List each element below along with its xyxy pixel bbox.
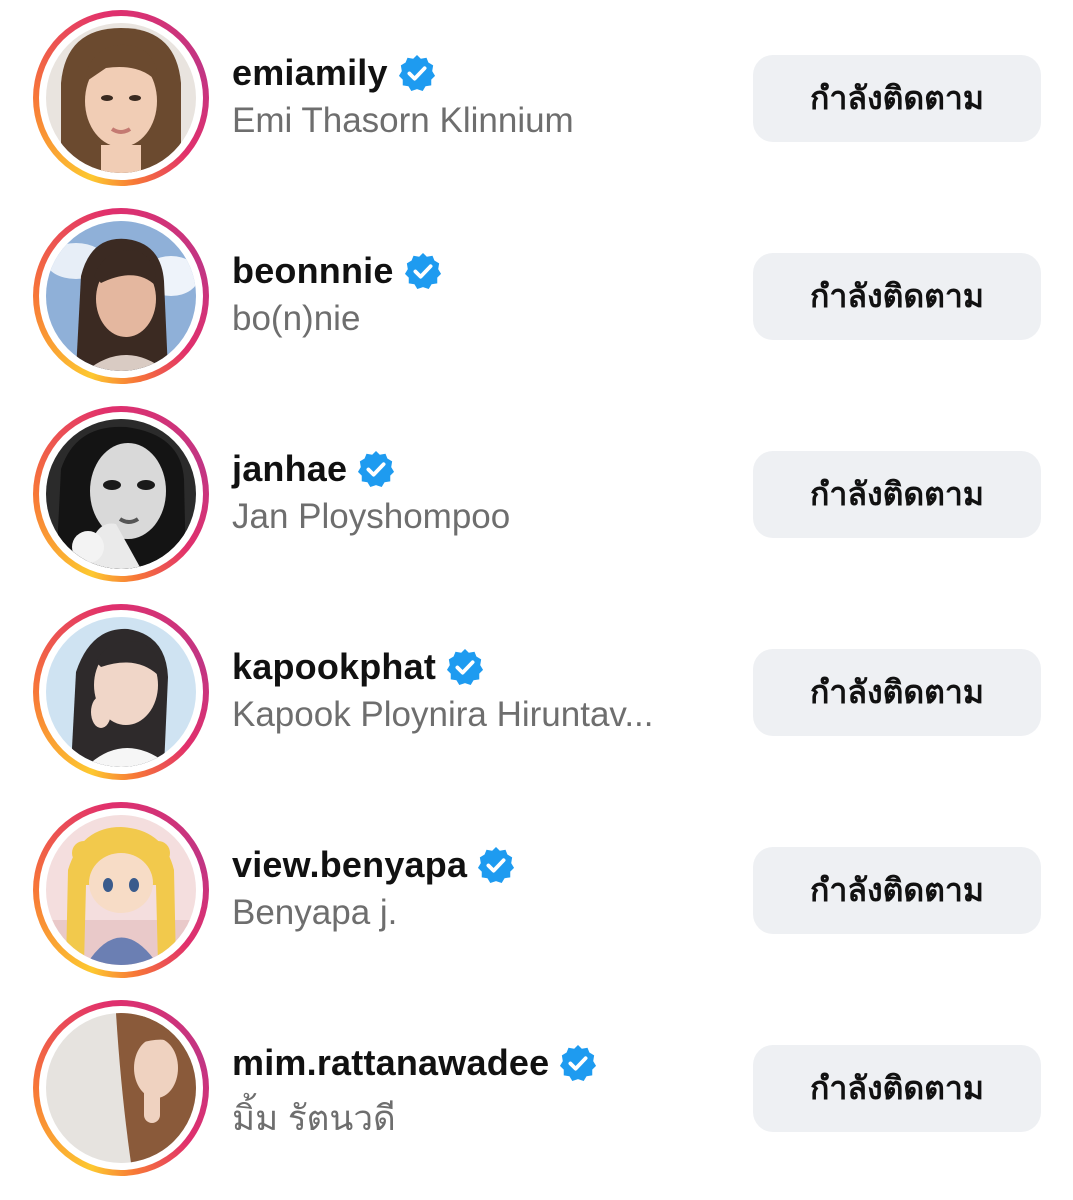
username[interactable]: beonnnie	[232, 250, 394, 292]
username[interactable]: view.benyapa	[232, 844, 467, 886]
list-item[interactable]: beonnnie bo(n)nie กำลังติดตาม	[0, 198, 1073, 396]
list-item[interactable]: mim.rattanawadee มิ้ม รัตนวดี กำลังติดตา…	[0, 990, 1073, 1188]
verified-badge-icon	[560, 1044, 597, 1082]
story-ring[interactable]	[33, 406, 209, 582]
list-item[interactable]: view.benyapa Benyapa j. กำลังติดตาม	[0, 792, 1073, 990]
avatar[interactable]	[46, 617, 196, 767]
story-ring[interactable]	[33, 802, 209, 978]
full-name: มิ้ม รัตนวดี	[232, 1099, 396, 1138]
full-name: Benyapa j.	[232, 893, 398, 932]
verified-badge-icon	[446, 648, 484, 686]
story-ring[interactable]	[33, 1000, 209, 1176]
following-list: emiamily Emi Thasorn Klinnium กำลังติดตา…	[0, 0, 1073, 1200]
list-item[interactable]: kapookphat Kapook Ploynira Hiruntav... ก…	[0, 594, 1073, 792]
following-button[interactable]: กำลังติดตาม	[753, 649, 1041, 736]
full-name: Jan Ployshompoo	[232, 497, 511, 536]
story-ring[interactable]	[33, 208, 209, 384]
verified-badge-icon	[358, 450, 395, 488]
following-button[interactable]: กำลังติดตาม	[753, 1045, 1041, 1132]
verified-badge-icon	[404, 252, 441, 290]
full-name: Kapook Ploynira Hiruntav...	[232, 695, 654, 734]
story-ring[interactable]	[33, 10, 209, 186]
full-name: bo(n)nie	[232, 299, 361, 338]
following-button[interactable]: กำลังติดตาม	[753, 55, 1041, 142]
list-item[interactable]: janhae Jan Ployshompoo กำลังติดตาม	[0, 396, 1073, 594]
following-button[interactable]: กำลังติดตาม	[753, 847, 1041, 934]
avatar[interactable]	[46, 1013, 196, 1163]
avatar[interactable]	[46, 815, 196, 965]
verified-badge-icon	[478, 846, 515, 884]
avatar[interactable]	[46, 221, 196, 371]
username[interactable]: janhae	[232, 448, 347, 490]
username[interactable]: emiamily	[232, 52, 388, 94]
username[interactable]: kapookphat	[232, 646, 436, 688]
avatar[interactable]	[46, 419, 196, 569]
list-item[interactable]: emiamily Emi Thasorn Klinnium กำลังติดตา…	[0, 0, 1073, 198]
following-button[interactable]: กำลังติดตาม	[753, 451, 1041, 538]
full-name: Emi Thasorn Klinnium	[232, 101, 574, 140]
following-button[interactable]: กำลังติดตาม	[753, 253, 1041, 340]
verified-badge-icon	[398, 54, 435, 92]
story-ring[interactable]	[33, 604, 209, 780]
avatar[interactable]	[46, 23, 196, 173]
username[interactable]: mim.rattanawadee	[232, 1042, 549, 1084]
